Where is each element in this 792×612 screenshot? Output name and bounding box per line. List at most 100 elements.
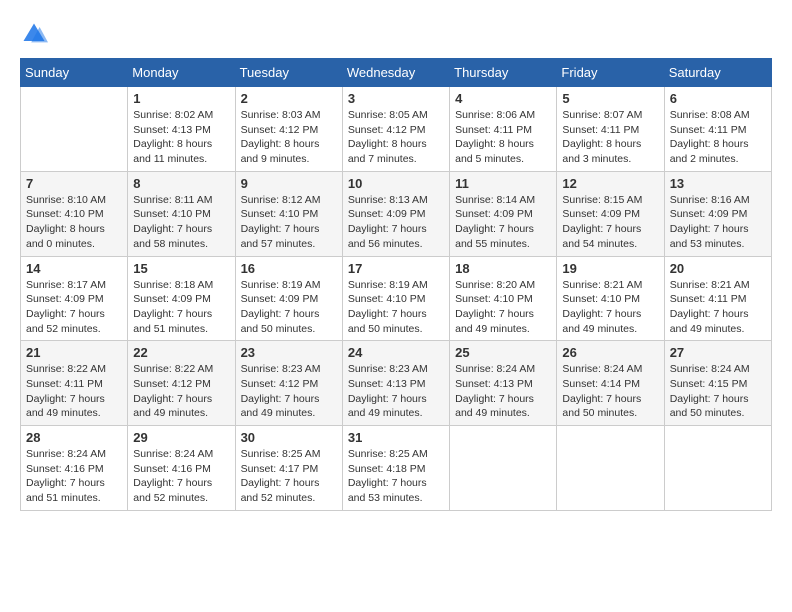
calendar-cell <box>557 426 664 511</box>
day-info: Sunrise: 8:22 AMSunset: 4:11 PMDaylight:… <box>26 362 122 421</box>
day-number: 19 <box>562 261 658 276</box>
day-of-week-header: Sunday <box>21 59 128 87</box>
calendar-cell: 3Sunrise: 8:05 AMSunset: 4:12 PMDaylight… <box>342 87 449 172</box>
day-info: Sunrise: 8:18 AMSunset: 4:09 PMDaylight:… <box>133 278 229 337</box>
day-number: 8 <box>133 176 229 191</box>
day-number: 21 <box>26 345 122 360</box>
day-info: Sunrise: 8:17 AMSunset: 4:09 PMDaylight:… <box>26 278 122 337</box>
day-info: Sunrise: 8:13 AMSunset: 4:09 PMDaylight:… <box>348 193 444 252</box>
calendar-cell: 24 Sunrise: 8:23 AMSunset: 4:13 PMDayligh… <box>342 341 449 426</box>
day-number: 29 <box>133 430 229 445</box>
day-info: Sunrise: 8:14 AMSunset: 4:09 PMDaylight:… <box>455 193 551 252</box>
day-of-week-header: Wednesday <box>342 59 449 87</box>
calendar-cell <box>450 426 557 511</box>
calendar-cell: 2 Sunrise: 8:03 AMSunset: 4:12 PMDaylight… <box>235 87 342 172</box>
calendar-week-row: 14Sunrise: 8:17 AMSunset: 4:09 PMDayligh… <box>21 256 772 341</box>
calendar-cell: 6 Sunrise: 8:08 AMSunset: 4:11 PMDaylight… <box>664 87 771 172</box>
day-number: 22 <box>133 345 229 360</box>
day-number: 15 <box>133 261 229 276</box>
calendar-cell: 29 Sunrise: 8:24 AMSunset: 4:16 PMDayligh… <box>128 426 235 511</box>
day-number: 7 <box>26 176 122 191</box>
day-info: Sunrise: 8:10 AMSunset: 4:10 PMDaylight:… <box>26 193 122 252</box>
calendar-cell: 16 Sunrise: 8:19 AMSunset: 4:09 PMDayligh… <box>235 256 342 341</box>
day-info: Sunrise: 8:19 AMSunset: 4:09 PMDaylight:… <box>241 278 337 337</box>
calendar-week-row: 7 Sunrise: 8:10 AMSunset: 4:10 PMDaylight… <box>21 171 772 256</box>
day-info: Sunrise: 8:24 AMSunset: 4:16 PMDaylight:… <box>26 447 122 506</box>
day-number: 23 <box>241 345 337 360</box>
day-info: Sunrise: 8:22 AMSunset: 4:12 PMDaylight:… <box>133 362 229 421</box>
calendar-week-row: 21 Sunrise: 8:22 AMSunset: 4:11 PMDayligh… <box>21 341 772 426</box>
day-info: Sunrise: 8:07 AMSunset: 4:11 PMDaylight:… <box>562 108 658 167</box>
calendar-cell: 9 Sunrise: 8:12 AMSunset: 4:10 PMDaylight… <box>235 171 342 256</box>
day-number: 1 <box>133 91 229 106</box>
calendar-cell: 8 Sunrise: 8:11 AMSunset: 4:10 PMDaylight… <box>128 171 235 256</box>
calendar-cell: 25 Sunrise: 8:24 AMSunset: 4:13 PMDayligh… <box>450 341 557 426</box>
day-info: Sunrise: 8:06 AMSunset: 4:11 PMDaylight:… <box>455 108 551 167</box>
day-of-week-header: Thursday <box>450 59 557 87</box>
day-number: 2 <box>241 91 337 106</box>
logo-icon <box>20 20 48 48</box>
day-number: 18 <box>455 261 551 276</box>
day-info: Sunrise: 8:23 AMSunset: 4:12 PMDaylight:… <box>241 362 337 421</box>
day-number: 11 <box>455 176 551 191</box>
day-info: Sunrise: 8:19 AMSunset: 4:10 PMDaylight:… <box>348 278 444 337</box>
day-number: 27 <box>670 345 766 360</box>
calendar-cell: 7 Sunrise: 8:10 AMSunset: 4:10 PMDaylight… <box>21 171 128 256</box>
day-number: 28 <box>26 430 122 445</box>
day-number: 25 <box>455 345 551 360</box>
calendar-table: SundayMondayTuesdayWednesdayThursdayFrid… <box>20 58 772 511</box>
calendar-cell: 11 Sunrise: 8:14 AMSunset: 4:09 PMDayligh… <box>450 171 557 256</box>
day-number: 17 <box>348 261 444 276</box>
day-info: Sunrise: 8:05 AMSunset: 4:12 PMDaylight:… <box>348 108 444 167</box>
day-info: Sunrise: 8:12 AMSunset: 4:10 PMDaylight:… <box>241 193 337 252</box>
day-info: Sunrise: 8:21 AMSunset: 4:10 PMDaylight:… <box>562 278 658 337</box>
day-number: 4 <box>455 91 551 106</box>
day-of-week-header: Monday <box>128 59 235 87</box>
calendar-header-row: SundayMondayTuesdayWednesdayThursdayFrid… <box>21 59 772 87</box>
calendar-cell: 10Sunrise: 8:13 AMSunset: 4:09 PMDayligh… <box>342 171 449 256</box>
calendar-cell: 31Sunrise: 8:25 AMSunset: 4:18 PMDayligh… <box>342 426 449 511</box>
day-info: Sunrise: 8:08 AMSunset: 4:11 PMDaylight:… <box>670 108 766 167</box>
day-number: 31 <box>348 430 444 445</box>
day-info: Sunrise: 8:24 AMSunset: 4:15 PMDaylight:… <box>670 362 766 421</box>
day-number: 30 <box>241 430 337 445</box>
calendar-week-row: 1Sunrise: 8:02 AMSunset: 4:13 PMDaylight… <box>21 87 772 172</box>
day-number: 24 <box>348 345 444 360</box>
day-number: 5 <box>562 91 658 106</box>
day-number: 6 <box>670 91 766 106</box>
calendar-cell: 20 Sunrise: 8:21 AMSunset: 4:11 PMDayligh… <box>664 256 771 341</box>
calendar-cell: 14Sunrise: 8:17 AMSunset: 4:09 PMDayligh… <box>21 256 128 341</box>
calendar-cell: 13 Sunrise: 8:16 AMSunset: 4:09 PMDayligh… <box>664 171 771 256</box>
day-info: Sunrise: 8:21 AMSunset: 4:11 PMDaylight:… <box>670 278 766 337</box>
calendar-week-row: 28 Sunrise: 8:24 AMSunset: 4:16 PMDayligh… <box>21 426 772 511</box>
day-info: Sunrise: 8:20 AMSunset: 4:10 PMDaylight:… <box>455 278 551 337</box>
day-number: 16 <box>241 261 337 276</box>
calendar-cell: 27 Sunrise: 8:24 AMSunset: 4:15 PMDayligh… <box>664 341 771 426</box>
day-number: 12 <box>562 176 658 191</box>
day-number: 13 <box>670 176 766 191</box>
calendar-cell: 15 Sunrise: 8:18 AMSunset: 4:09 PMDayligh… <box>128 256 235 341</box>
day-of-week-header: Saturday <box>664 59 771 87</box>
calendar-cell: 17 Sunrise: 8:19 AMSunset: 4:10 PMDayligh… <box>342 256 449 341</box>
day-info: Sunrise: 8:15 AMSunset: 4:09 PMDaylight:… <box>562 193 658 252</box>
day-number: 20 <box>670 261 766 276</box>
day-number: 9 <box>241 176 337 191</box>
calendar-cell: 4 Sunrise: 8:06 AMSunset: 4:11 PMDaylight… <box>450 87 557 172</box>
calendar-cell: 5 Sunrise: 8:07 AMSunset: 4:11 PMDaylight… <box>557 87 664 172</box>
calendar-cell: 1Sunrise: 8:02 AMSunset: 4:13 PMDaylight… <box>128 87 235 172</box>
day-info: Sunrise: 8:24 AMSunset: 4:16 PMDaylight:… <box>133 447 229 506</box>
day-info: Sunrise: 8:23 AMSunset: 4:13 PMDaylight:… <box>348 362 444 421</box>
calendar-cell: 21 Sunrise: 8:22 AMSunset: 4:11 PMDayligh… <box>21 341 128 426</box>
day-info: Sunrise: 8:24 AMSunset: 4:14 PMDaylight:… <box>562 362 658 421</box>
day-number: 26 <box>562 345 658 360</box>
calendar-cell: 19 Sunrise: 8:21 AMSunset: 4:10 PMDayligh… <box>557 256 664 341</box>
calendar-cell: 23 Sunrise: 8:23 AMSunset: 4:12 PMDayligh… <box>235 341 342 426</box>
calendar-cell: 18 Sunrise: 8:20 AMSunset: 4:10 PMDayligh… <box>450 256 557 341</box>
day-info: Sunrise: 8:24 AMSunset: 4:13 PMDaylight:… <box>455 362 551 421</box>
page-header <box>20 20 772 48</box>
calendar-cell: 12 Sunrise: 8:15 AMSunset: 4:09 PMDayligh… <box>557 171 664 256</box>
day-info: Sunrise: 8:16 AMSunset: 4:09 PMDaylight:… <box>670 193 766 252</box>
day-info: Sunrise: 8:11 AMSunset: 4:10 PMDaylight:… <box>133 193 229 252</box>
calendar-cell <box>21 87 128 172</box>
day-info: Sunrise: 8:03 AMSunset: 4:12 PMDaylight:… <box>241 108 337 167</box>
